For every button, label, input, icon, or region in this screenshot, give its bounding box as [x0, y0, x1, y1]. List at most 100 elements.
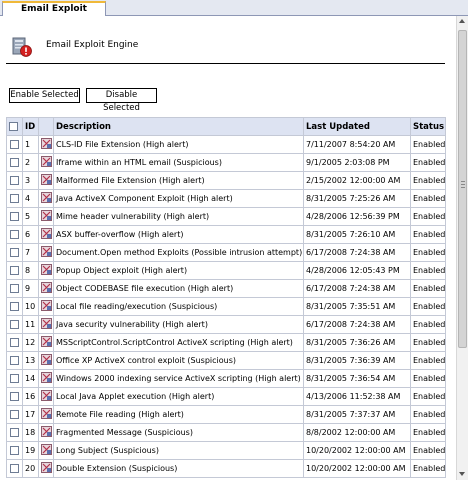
- row-checkbox[interactable]: [10, 338, 19, 347]
- row-checkbox[interactable]: [10, 230, 19, 239]
- vertical-scrollbar[interactable]: [456, 16, 468, 480]
- row-checkbox-cell[interactable]: [6, 369, 23, 388]
- table-row[interactable]: 11 Java security vulnerability (High aler…: [6, 315, 446, 334]
- row-checkbox-cell[interactable]: [6, 387, 23, 406]
- row-checkbox[interactable]: [10, 194, 19, 203]
- table-row[interactable]: 6 ASX buffer-overflow (High alert) 8/31/20…: [6, 225, 446, 244]
- row-description[interactable]: Popup Object exploit (High alert): [53, 261, 304, 280]
- row-description[interactable]: Document.Open method Exploits (Possible …: [53, 243, 304, 262]
- column-header-last-updated[interactable]: Last Updated: [303, 117, 411, 136]
- row-icon-cell: [38, 333, 54, 352]
- row-icon-cell: [38, 243, 54, 262]
- row-last-updated: 8/8/2002 12:00:00 AM: [303, 423, 411, 442]
- table-row[interactable]: 19 Long Subject (Suspicious) 10/20/2002 12…: [6, 441, 446, 460]
- row-checkbox-cell[interactable]: [6, 243, 23, 262]
- enable-selected-button[interactable]: Enable Selected: [9, 88, 80, 103]
- row-checkbox[interactable]: [10, 446, 19, 455]
- row-checkbox-cell[interactable]: [6, 135, 23, 154]
- table-row[interactable]: 17 Remote File reading (High alert) 8/31/2…: [6, 405, 446, 424]
- row-checkbox-cell[interactable]: [6, 441, 23, 460]
- row-description[interactable]: Long Subject (Suspicious): [53, 441, 304, 460]
- row-checkbox[interactable]: [10, 212, 19, 221]
- row-checkbox-cell[interactable]: [6, 351, 23, 370]
- select-all-checkbox-cell[interactable]: [6, 117, 23, 136]
- row-description[interactable]: Object CODEBASE file execution (High ale…: [53, 279, 304, 298]
- row-checkbox-cell[interactable]: [6, 189, 23, 208]
- row-checkbox[interactable]: [10, 428, 19, 437]
- table-row[interactable]: 7 Document.Open method Exploits (Possible…: [6, 243, 446, 262]
- row-icon-cell: [38, 459, 54, 478]
- row-checkbox[interactable]: [10, 356, 19, 365]
- row-description[interactable]: CLS-ID File Extension (High alert): [53, 135, 304, 154]
- table-row[interactable]: 16 Local Java Applet execution (High aler…: [6, 387, 446, 406]
- row-last-updated: 4/28/2006 12:05:43 PM: [303, 261, 411, 280]
- row-description[interactable]: ASX buffer-overflow (High alert): [53, 225, 304, 244]
- column-header-id[interactable]: ID: [22, 117, 39, 136]
- row-icon-cell: [38, 297, 54, 316]
- row-checkbox-cell[interactable]: [6, 315, 23, 334]
- scroll-up-arrow-icon[interactable]: [459, 19, 465, 23]
- row-checkbox[interactable]: [10, 284, 19, 293]
- table-row[interactable]: 3 Malformed File Extension (High alert) 2/…: [6, 171, 446, 190]
- table-row[interactable]: 13 Office XP ActiveX control exploit (Sus…: [6, 351, 446, 370]
- row-last-updated: 7/11/2007 8:54:20 AM: [303, 135, 411, 154]
- table-row[interactable]: 8 Popup Object exploit (High alert) 4/28/2…: [6, 261, 446, 280]
- table-row[interactable]: 2 Iframe within an HTML email (Suspicious…: [6, 153, 446, 172]
- table-row[interactable]: 4 Java ActiveX Component Exploit (High al…: [6, 189, 446, 208]
- row-status: Enabled: [410, 189, 446, 208]
- scrollbar-thumb[interactable]: [458, 30, 467, 348]
- table-row[interactable]: 18 Fragmented Message (Suspicious) 8/8/200…: [6, 423, 446, 442]
- row-checkbox-cell[interactable]: [6, 459, 23, 478]
- row-last-updated: 8/31/2005 7:25:26 AM: [303, 189, 411, 208]
- row-description[interactable]: Malformed File Extension (High alert): [53, 171, 304, 190]
- select-all-checkbox[interactable]: [9, 121, 18, 131]
- row-description[interactable]: Office XP ActiveX control exploit (Suspi…: [53, 351, 304, 370]
- row-description[interactable]: Local Java Applet execution (High alert): [53, 387, 304, 406]
- row-description[interactable]: Windows 2000 indexing service ActiveX sc…: [53, 369, 304, 388]
- row-description[interactable]: Fragmented Message (Suspicious): [53, 423, 304, 442]
- table-row[interactable]: 12 MSScriptControl.ScriptControl ActiveX …: [6, 333, 446, 352]
- row-description[interactable]: Iframe within an HTML email (Suspicious): [53, 153, 304, 172]
- row-checkbox-cell[interactable]: [6, 333, 23, 352]
- row-checkbox[interactable]: [10, 158, 19, 167]
- row-checkbox[interactable]: [10, 140, 19, 149]
- row-description[interactable]: Java ActiveX Component Exploit (High ale…: [53, 189, 304, 208]
- disable-selected-button[interactable]: Disable Selected: [86, 88, 157, 113]
- row-checkbox-cell[interactable]: [6, 207, 23, 226]
- row-checkbox-cell[interactable]: [6, 297, 23, 316]
- row-checkbox-cell[interactable]: [6, 405, 23, 424]
- row-checkbox-cell[interactable]: [6, 423, 23, 442]
- row-checkbox-cell[interactable]: [6, 261, 23, 280]
- row-description[interactable]: Remote File reading (High alert): [53, 405, 304, 424]
- row-checkbox[interactable]: [10, 266, 19, 275]
- row-description[interactable]: Double Extension (Suspicious): [53, 459, 304, 478]
- row-checkbox[interactable]: [10, 374, 19, 383]
- row-checkbox[interactable]: [10, 392, 19, 401]
- row-checkbox-cell[interactable]: [6, 171, 23, 190]
- table-row[interactable]: 9 Object CODEBASE file execution (High al…: [6, 279, 446, 298]
- exploit-rule-icon: [41, 246, 52, 259]
- row-checkbox[interactable]: [10, 464, 19, 473]
- tab-email-exploit[interactable]: Email Exploit: [2, 1, 106, 17]
- column-header-status[interactable]: Status: [410, 117, 446, 136]
- column-header-description[interactable]: Description: [53, 117, 304, 136]
- row-description[interactable]: Java security vulnerability (High alert): [53, 315, 304, 334]
- row-checkbox-cell[interactable]: [6, 279, 23, 298]
- row-checkbox[interactable]: [10, 410, 19, 419]
- row-checkbox-cell[interactable]: [6, 225, 23, 244]
- table-row[interactable]: 14 Windows 2000 indexing service ActiveX …: [6, 369, 446, 388]
- table-row[interactable]: 5 Mime header vulnerability (High alert) 4…: [6, 207, 446, 226]
- table-row[interactable]: 10 Local file reading/execution (Suspicio…: [6, 297, 446, 316]
- row-checkbox[interactable]: [10, 302, 19, 311]
- row-checkbox-cell[interactable]: [6, 153, 23, 172]
- row-checkbox[interactable]: [10, 320, 19, 329]
- row-icon-cell: [38, 153, 54, 172]
- table-row[interactable]: 1 CLS-ID File Extension (High alert) 7/11/…: [6, 135, 446, 154]
- row-description[interactable]: Mime header vulnerability (High alert): [53, 207, 304, 226]
- scroll-down-arrow-icon[interactable]: [459, 472, 465, 476]
- row-description[interactable]: MSScriptControl.ScriptControl ActiveX sc…: [53, 333, 304, 352]
- row-checkbox[interactable]: [10, 176, 19, 185]
- row-description[interactable]: Local file reading/execution (Suspicious…: [53, 297, 304, 316]
- table-row[interactable]: 20 Double Extension (Suspicious) 10/20/200…: [6, 459, 446, 478]
- row-checkbox[interactable]: [10, 248, 19, 257]
